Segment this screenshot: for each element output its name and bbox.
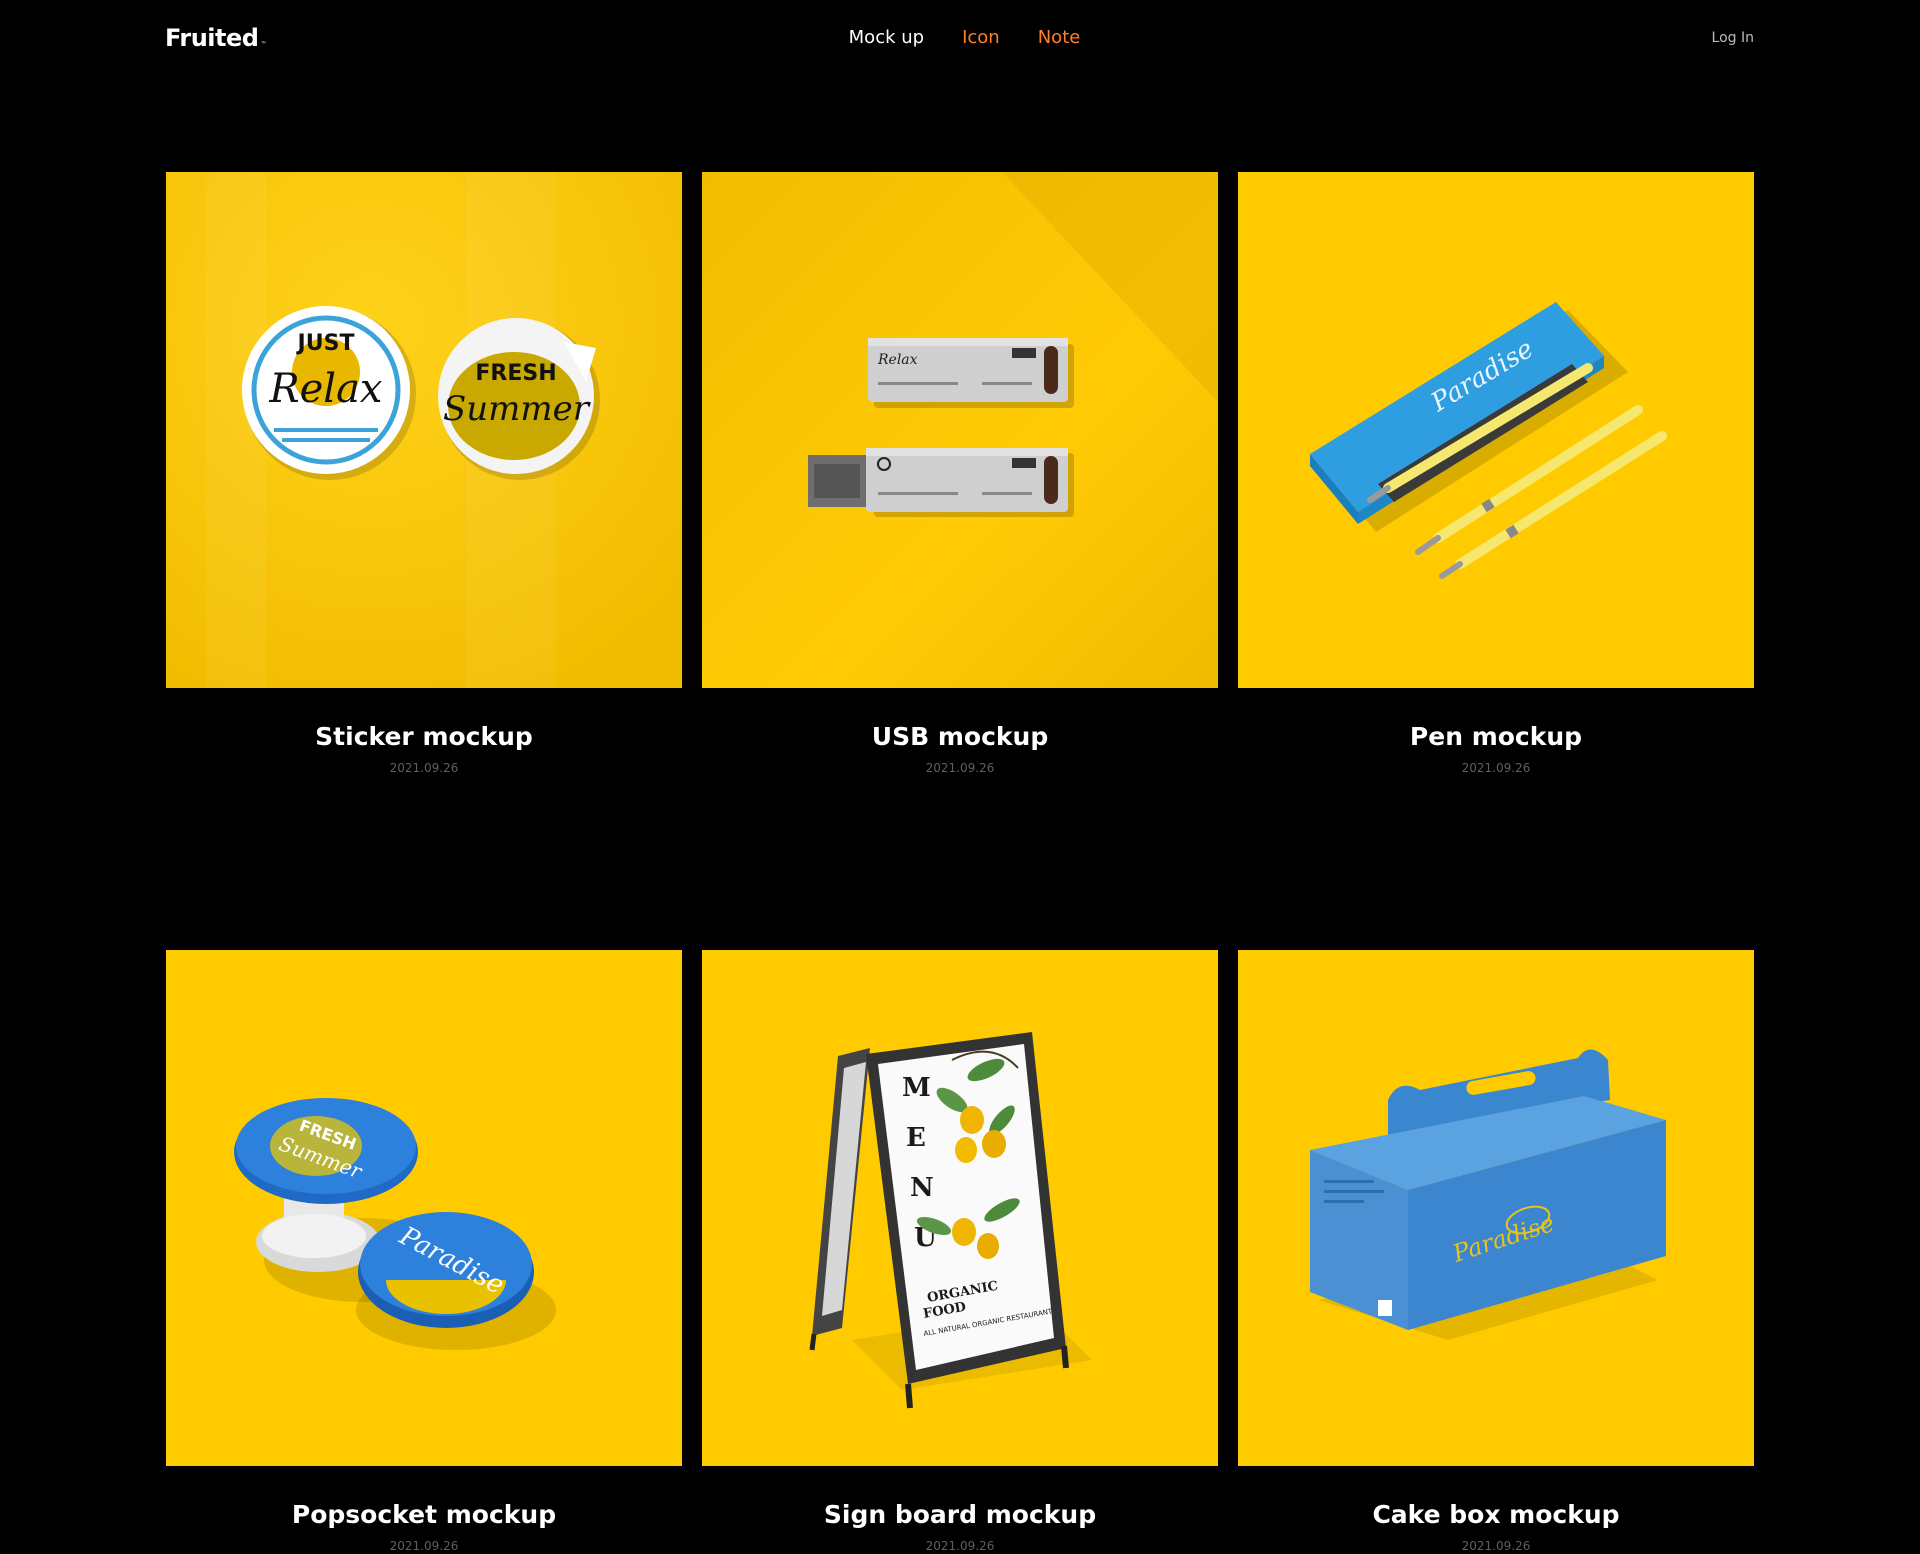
mockup-card-sign-board[interactable]: M E N U ORGANIC FOOD ALL NATURAL ORGANIC… (702, 950, 1218, 1554)
card-title: Cake box mockup (1372, 1500, 1620, 1529)
card-title: Pen mockup (1409, 722, 1583, 751)
site-header: Fruited ™ Mock up Icon Note Log In (0, 0, 1920, 78)
card-date: 2021.09.26 (925, 1539, 995, 1553)
usb-brand-text: Relax (877, 352, 918, 368)
card-title: Sign board mockup (823, 1500, 1097, 1529)
sign-board-mockup-image: M E N U ORGANIC FOOD ALL NATURAL ORGANIC… (702, 950, 1218, 1466)
card-date: 2021.09.26 (1461, 761, 1531, 775)
nav-item-icon[interactable]: Icon (962, 26, 1000, 50)
cake-box-mockup-image: Paradise (1238, 950, 1754, 1466)
mockup-card-cake-box[interactable]: Paradise Cake box mockup 2021.09.26 (1238, 950, 1754, 1554)
nav-item-note[interactable]: Note (1038, 26, 1081, 50)
mockup-grid: Relax JUST FRESH Summer Sticker mockup 2… (166, 172, 1754, 1554)
popsocket-mockup-image: FRESH Summer Paradise (166, 950, 682, 1466)
usb-mockup-image: Relax (702, 172, 1218, 688)
sign-letter-n: N (910, 1173, 934, 1203)
sign-letter-m: M (902, 1073, 931, 1103)
sticker-text-summer: Summer (443, 389, 591, 429)
login-link[interactable]: Log In (1712, 28, 1754, 48)
nav-item-mock-up[interactable]: Mock up (849, 26, 924, 50)
mockup-card-usb[interactable]: Relax USB mockup 2021.09.26 (702, 172, 1218, 776)
card-date: 2021.09.26 (389, 1539, 459, 1553)
card-title: Popsocket mockup (291, 1500, 557, 1529)
main-nav: Mock up Icon Note (0, 26, 1920, 50)
card-date: 2021.09.26 (389, 761, 459, 775)
sign-letter-e: E (906, 1123, 926, 1153)
card-title: USB mockup (871, 722, 1049, 751)
sticker-mockup-image: Relax JUST FRESH Summer (166, 172, 682, 688)
card-date: 2021.09.26 (1461, 1539, 1531, 1553)
mockup-card-popsocket[interactable]: FRESH Summer Paradise Popsocket mockup 2… (166, 950, 682, 1554)
mockup-card-pen[interactable]: Paradise Pen mockup 2021.09.26 (1238, 172, 1754, 776)
sticker-text-relax: Relax (269, 366, 383, 412)
sticker-text-fresh: FRESH (475, 361, 556, 386)
card-title: Sticker mockup (315, 722, 533, 751)
card-date: 2021.09.26 (925, 761, 995, 775)
pen-mockup-image: Paradise (1238, 172, 1754, 688)
mockup-card-sticker[interactable]: Relax JUST FRESH Summer Sticker mockup 2… (166, 172, 682, 776)
sticker-text-just: JUST (296, 331, 355, 356)
